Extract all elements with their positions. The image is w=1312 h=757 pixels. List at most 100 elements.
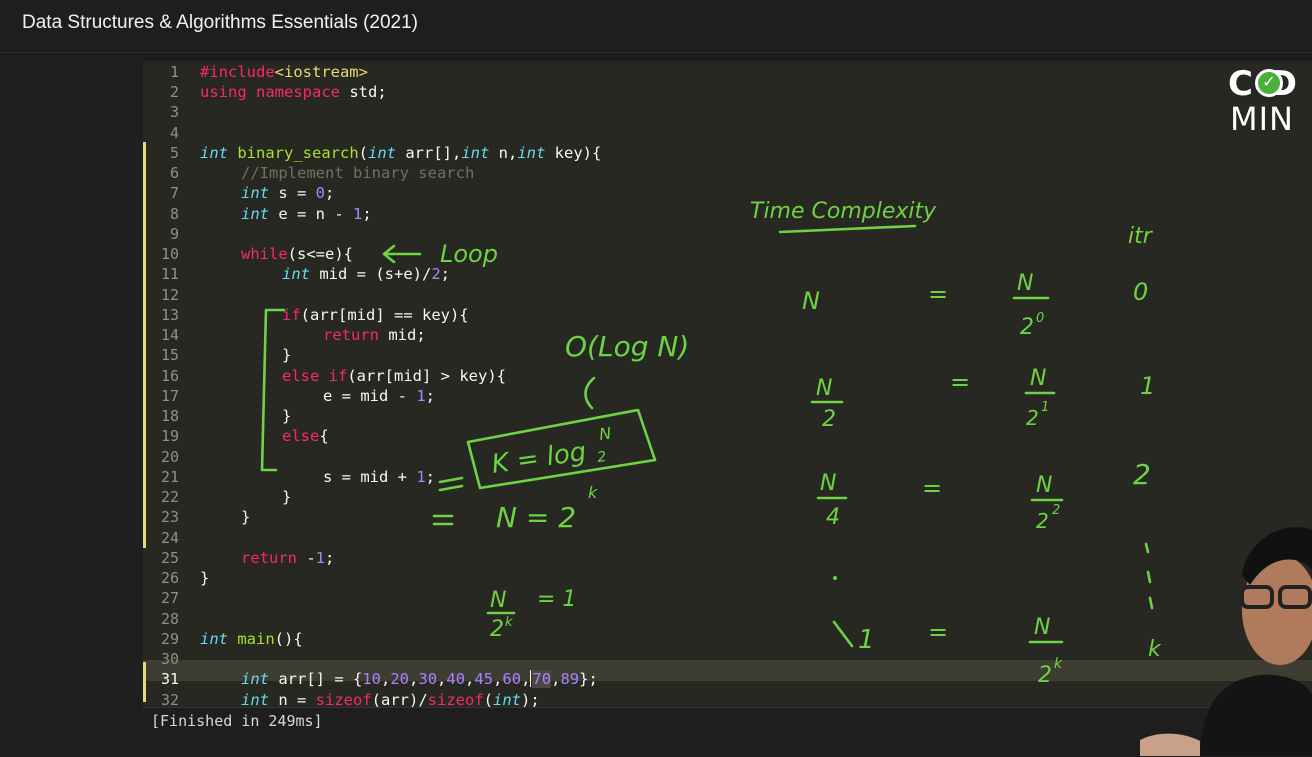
line-number: 29: [160, 630, 179, 648]
type-keyword: int: [241, 691, 269, 707]
number-literal: 1: [315, 549, 326, 567]
line-number: 11: [160, 265, 179, 283]
code-text: }: [241, 508, 251, 526]
code-text: ;: [425, 387, 436, 405]
type-keyword: int: [517, 144, 546, 162]
title-bar: Data Structures & Algorithms Essentials …: [0, 0, 1312, 53]
build-output-text: [Finished in 249ms]: [151, 712, 323, 730]
line-number: 30: [160, 650, 179, 668]
selected-number-literal: 70: [532, 670, 552, 688]
line-number: 10: [160, 245, 179, 263]
type-keyword: int: [200, 630, 228, 648]
code-text: mid = (s+e)/: [310, 265, 432, 283]
code-text: mid;: [379, 326, 426, 344]
code-line[interactable]: int e = n - 1;: [241, 204, 372, 224]
keyword: sizeof: [427, 691, 484, 707]
code-line[interactable]: return mid;: [323, 325, 426, 345]
keyword: return: [323, 326, 379, 344]
code-line[interactable]: s = mid + 1;: [323, 467, 435, 487]
number-literal: 40: [446, 670, 466, 688]
code-text: s =: [269, 184, 316, 202]
code-line[interactable]: int n = sizeof(arr)/sizeof(int);: [241, 690, 540, 707]
logo-text-bottom: MIN: [1230, 100, 1294, 138]
line-number: 8: [169, 205, 179, 223]
code-text: (: [358, 144, 369, 162]
code-text: (: [483, 691, 494, 707]
code-text: e = mid -: [323, 387, 417, 405]
line-number-gutter: 1 2 3 4 5 6 7 8 9 10 11 12 13 14 15 16 1…: [143, 57, 193, 707]
code-line[interactable]: int binary_search(int arr[],int n,int ke…: [200, 143, 601, 163]
code-line[interactable]: e = mid - 1;: [323, 386, 435, 406]
code-text: };: [579, 670, 598, 688]
code-text: ;: [362, 205, 372, 223]
keyword: while: [241, 245, 288, 263]
comma: ,: [521, 670, 531, 688]
line-number: 17: [160, 387, 179, 405]
code-line[interactable]: int s = 0;: [241, 183, 334, 203]
code-line[interactable]: else if(arr[mid] > key){: [282, 366, 506, 386]
keyword: else: [282, 427, 320, 445]
code-line[interactable]: else{: [282, 426, 329, 446]
type-keyword: int: [493, 691, 522, 707]
code-line[interactable]: if(arr[mid] == key){: [282, 305, 469, 325]
code-line[interactable]: using namespace std;: [200, 82, 387, 102]
code-text: (s<=e){: [287, 245, 353, 263]
code-text: (arr[mid] == key){: [300, 306, 469, 324]
code-text: ;: [325, 184, 335, 202]
code-text: s = mid +: [323, 468, 417, 486]
line-number: 12: [160, 286, 179, 304]
code-text: {: [319, 427, 329, 445]
code-text: ;: [440, 265, 451, 283]
type-keyword: int: [241, 184, 269, 202]
line-number: 26: [160, 569, 179, 587]
number-literal: 1: [416, 468, 426, 486]
build-output-panel[interactable]: [Finished in 249ms]: [143, 707, 1312, 757]
code-line[interactable]: while(s<=e){: [241, 244, 353, 264]
window-title: Data Structures & Algorithms Essentials …: [22, 12, 419, 33]
line-number: 18: [160, 407, 179, 425]
line-number: 5: [169, 144, 179, 162]
code-comment: //Implement binary search: [241, 164, 475, 182]
code-editor[interactable]: 1 2 3 4 5 6 7 8 9 10 11 12 13 14 15 16 1…: [143, 57, 1312, 707]
code-line[interactable]: }: [282, 487, 291, 507]
code-line[interactable]: }: [241, 507, 250, 527]
code-text: (arr[mid] > key){: [347, 367, 506, 385]
line-number: 20: [160, 448, 179, 466]
code-line-active[interactable]: int arr[] = {10,20,30,40,45,60, 70,89};: [241, 669, 598, 689]
code-text: n =: [269, 691, 316, 707]
code-line[interactable]: int main(){: [200, 629, 303, 649]
line-number: 32: [160, 691, 179, 707]
check-icon: ✓: [1255, 69, 1283, 97]
comma: ,: [465, 670, 475, 688]
code-line[interactable]: //Implement binary search: [241, 163, 474, 183]
code-line[interactable]: }: [282, 406, 291, 426]
line-number: 24: [160, 529, 179, 547]
line-number: 21: [160, 468, 179, 486]
code-line[interactable]: }: [200, 568, 209, 588]
code-line[interactable]: }: [282, 345, 291, 365]
code-text: (){: [274, 630, 303, 648]
type-keyword: int: [241, 205, 269, 223]
code-text: n,: [489, 144, 518, 162]
line-number: 9: [169, 225, 179, 243]
function-name: binary_search: [237, 144, 359, 162]
number-literal: 60: [502, 670, 522, 688]
keyword: sizeof: [315, 691, 372, 707]
line-number: 2: [169, 83, 179, 101]
code-text: (arr)/: [371, 691, 428, 707]
code-text: ;: [325, 549, 335, 567]
line-number: 3: [169, 103, 179, 121]
code-line[interactable]: int mid = (s+e)/2;: [282, 264, 450, 284]
number-literal: 1: [353, 205, 363, 223]
code-text: e = n -: [269, 205, 353, 223]
code-line[interactable]: return -1;: [241, 548, 334, 568]
number-literal: 0: [315, 184, 326, 202]
number-literal: 20: [390, 670, 410, 688]
type-keyword: int: [282, 265, 310, 283]
code-line[interactable]: #include<iostream>: [200, 62, 368, 82]
line-number: 13: [160, 306, 179, 324]
brand-logo: C D ✓ MIN: [1228, 64, 1312, 138]
line-number: 28: [160, 610, 179, 628]
function-name: main: [237, 630, 275, 648]
line-number: 14: [160, 326, 179, 344]
